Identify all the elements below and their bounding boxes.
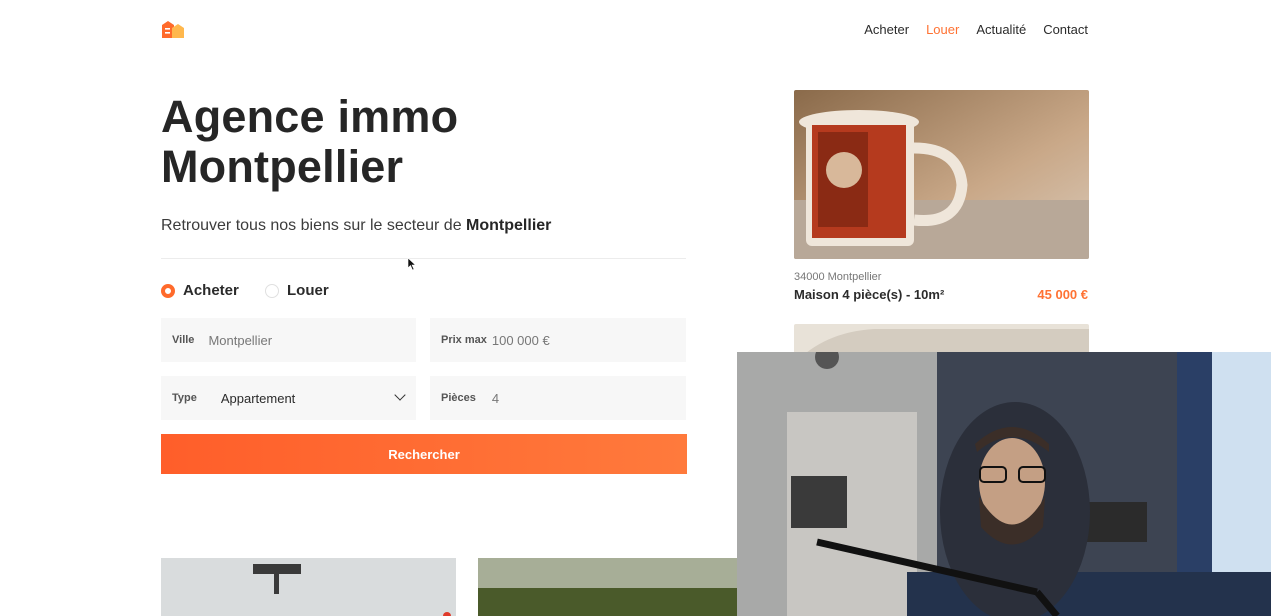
- page-title: Agence immo Montpellier: [161, 92, 621, 192]
- nav-actualite[interactable]: Actualité: [976, 22, 1026, 37]
- webcam-video: [737, 352, 1271, 616]
- nav-louer[interactable]: Louer: [926, 22, 959, 37]
- page-subtitle-text: Retrouver tous nos biens sur le secteur …: [161, 217, 467, 234]
- prix-max-label: Prix max: [441, 334, 487, 346]
- listing-location: 34000 Montpellier: [794, 271, 882, 283]
- divider: [161, 258, 686, 259]
- radio-louer[interactable]: Louer: [265, 282, 329, 299]
- ville-field[interactable]: Ville Montpellier: [161, 318, 416, 362]
- search-button[interactable]: Rechercher: [161, 434, 687, 474]
- type-value[interactable]: Appartement: [221, 391, 295, 406]
- listing-price: 45 000 €: [1037, 287, 1088, 302]
- nav-contact[interactable]: Contact: [1043, 22, 1088, 37]
- radio-acheter[interactable]: Acheter: [161, 282, 239, 299]
- ville-label: Ville: [172, 334, 195, 346]
- pieces-input[interactable]: 4: [492, 391, 499, 406]
- listing-photo-3[interactable]: [161, 558, 456, 616]
- listing-photo-4[interactable]: [478, 558, 738, 616]
- nav-acheter[interactable]: Acheter: [864, 22, 909, 37]
- type-label: Type: [172, 392, 197, 404]
- type-select[interactable]: Type Appartement: [161, 376, 416, 420]
- page-subtitle-city: Montpellier: [466, 217, 552, 234]
- radio-acheter-label: Acheter: [183, 282, 239, 299]
- prix-max-field[interactable]: Prix max 100 000 €: [430, 318, 686, 362]
- house-logo-icon[interactable]: [161, 19, 185, 39]
- page-title-line2: Montpellier: [161, 141, 404, 192]
- radio-louer-label: Louer: [287, 282, 329, 299]
- mouse-cursor-icon: [407, 257, 417, 271]
- listing-photo[interactable]: [794, 90, 1089, 259]
- listing-title[interactable]: Maison 4 pièce(s) - 10m²: [794, 287, 944, 302]
- prix-max-input[interactable]: 100 000 €: [492, 333, 550, 348]
- radio-louer-dot[interactable]: [265, 283, 279, 298]
- page-subtitle: Retrouver tous nos biens sur le secteur …: [161, 217, 551, 235]
- ville-input[interactable]: Montpellier: [208, 333, 272, 348]
- page-title-line1: Agence immo: [161, 91, 459, 142]
- chevron-down-icon[interactable]: [394, 389, 406, 401]
- radio-acheter-dot[interactable]: [161, 283, 175, 298]
- main-nav: Acheter Louer Actualité Contact: [864, 22, 1088, 37]
- pieces-label: Pièces: [441, 392, 476, 404]
- pieces-field[interactable]: Pièces 4: [430, 376, 686, 420]
